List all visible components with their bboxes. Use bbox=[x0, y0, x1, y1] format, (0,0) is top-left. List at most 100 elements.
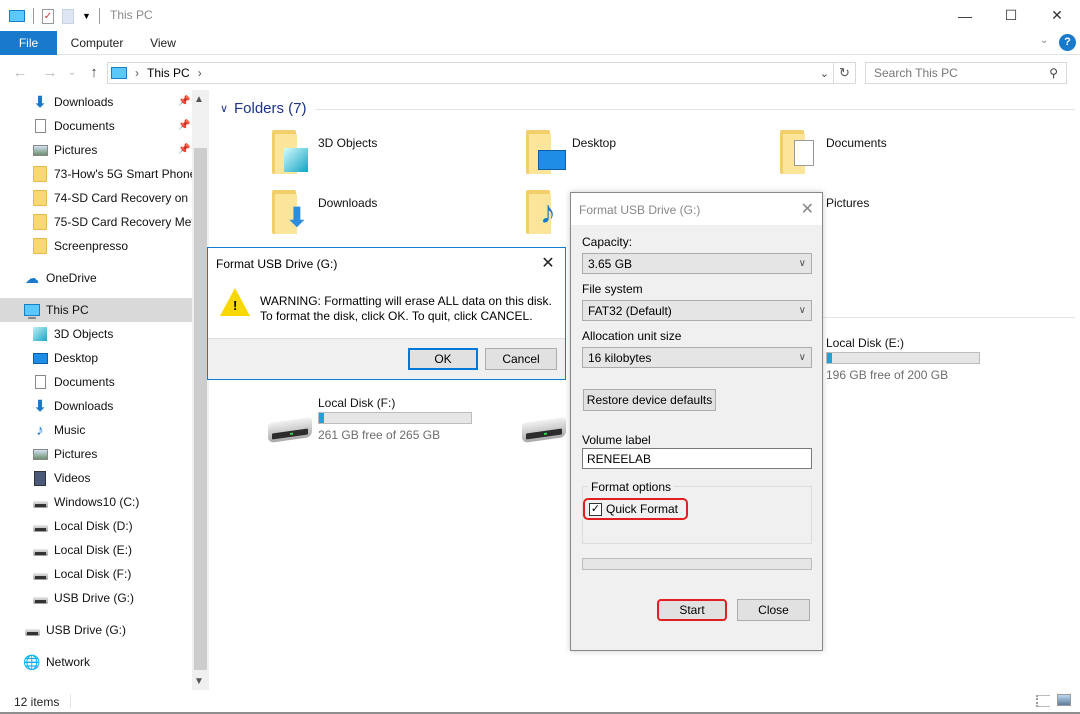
folder-3d-objects-icon[interactable] bbox=[272, 130, 312, 176]
this-pc-icon bbox=[111, 67, 127, 79]
sidebar-item-drive-d[interactable]: Local Disk (D:) bbox=[32, 514, 133, 538]
volume-label-input[interactable]: RENEELAB bbox=[582, 448, 812, 469]
sidebar-item-drive-e[interactable]: Local Disk (E:) bbox=[32, 538, 132, 562]
status-divider bbox=[70, 694, 71, 708]
sidebar-item-3d-objects[interactable]: 3D Objects bbox=[32, 322, 113, 346]
refresh-button[interactable]: ↻ bbox=[834, 62, 856, 84]
folder-music-icon[interactable]: ♪ bbox=[526, 190, 566, 236]
breadcrumb-separator[interactable]: › bbox=[198, 66, 202, 80]
sidebar-item-downloads[interactable]: ⬇ Downloads bbox=[32, 90, 114, 114]
format-progress-bar bbox=[582, 558, 812, 570]
new-folder-icon[interactable] bbox=[62, 8, 74, 24]
pin-icon[interactable]: 📌 bbox=[178, 96, 190, 107]
ribbon: File Computer View ⌄ ? bbox=[0, 31, 1080, 55]
details-view-icon[interactable] bbox=[1036, 695, 1050, 707]
checkbox-checked-icon[interactable]: ✓ bbox=[589, 502, 602, 516]
pin-icon[interactable]: 📌 bbox=[178, 120, 190, 131]
music-icon: ♪ bbox=[36, 421, 44, 439]
ok-button[interactable]: OK bbox=[408, 348, 478, 370]
sidebar-item-usb-drive[interactable]: USB Drive (G:) bbox=[24, 618, 126, 642]
maximize-button[interactable]: ☐ bbox=[988, 0, 1034, 31]
sidebar-item-desktop[interactable]: Desktop bbox=[32, 346, 98, 370]
address-dropdown-icon[interactable]: ⌄ bbox=[820, 67, 829, 80]
folder-documents-icon[interactable] bbox=[780, 130, 820, 176]
folder-desktop[interactable]: Desktop bbox=[572, 136, 616, 150]
sidebar-item-drive-f[interactable]: Local Disk (F:) bbox=[32, 562, 131, 586]
minimize-button[interactable]: — bbox=[942, 0, 988, 31]
customize-toolbar-icon[interactable]: ▼ bbox=[82, 11, 91, 21]
close-button[interactable]: ✕ bbox=[1034, 0, 1080, 31]
quick-format-checkbox[interactable]: ✓ Quick Format bbox=[583, 498, 689, 520]
group-collapse-icon[interactable]: ∨ bbox=[220, 102, 228, 115]
large-icons-view-icon[interactable] bbox=[1057, 694, 1071, 706]
drive-f-free-space: 261 GB free of 265 GB bbox=[318, 428, 441, 442]
close-dialog-button[interactable]: Close bbox=[737, 599, 810, 621]
sidebar-item-documents-pc[interactable]: Documents bbox=[32, 370, 115, 394]
up-button[interactable]: ↑ bbox=[84, 62, 104, 82]
sidebar-item-folder-73[interactable]: 73-How's 5G Smart Phone bbox=[32, 162, 192, 186]
sidebar-item-folder-74[interactable]: 74-SD Card Recovery on M bbox=[32, 186, 192, 210]
drive-icon bbox=[24, 622, 40, 638]
tab-computer[interactable]: Computer bbox=[62, 31, 132, 55]
breadcrumb-this-pc[interactable]: This PC bbox=[147, 66, 190, 80]
folder-pictures[interactable]: Pictures bbox=[826, 196, 869, 210]
folder-desktop-icon[interactable] bbox=[526, 130, 566, 176]
drive-f-icon[interactable] bbox=[268, 416, 312, 444]
folder-documents[interactable]: Documents bbox=[826, 136, 887, 150]
drive-g-icon[interactable] bbox=[522, 416, 566, 444]
folders-group-title[interactable]: Folders (7) bbox=[234, 100, 307, 117]
sidebar-scrollbar-thumb[interactable] bbox=[194, 148, 207, 670]
drive-e-label[interactable]: Local Disk (E:) bbox=[826, 336, 904, 350]
scroll-up-icon[interactable]: ▲ bbox=[194, 94, 204, 105]
tab-view[interactable]: View bbox=[140, 31, 186, 55]
capacity-select[interactable]: 3.65 GB ∨ bbox=[582, 253, 812, 274]
sidebar-item-this-pc[interactable]: This PC bbox=[0, 298, 192, 322]
sidebar-item-drive-c[interactable]: Windows10 (C:) bbox=[32, 490, 139, 514]
sidebar-item-pictures-pc[interactable]: Pictures bbox=[32, 442, 97, 466]
dialog-close-button[interactable]: ✕ bbox=[801, 199, 814, 219]
recent-locations-button[interactable]: ⌄ bbox=[62, 62, 82, 82]
breadcrumb-separator[interactable]: › bbox=[135, 66, 139, 80]
sidebar-item-label: Documents bbox=[54, 375, 115, 389]
scroll-down-icon[interactable]: ▼ bbox=[194, 676, 204, 687]
dialog-title: Format USB Drive (G:) bbox=[579, 203, 701, 217]
tab-file[interactable]: File bbox=[0, 31, 57, 55]
sidebar-item-label: Music bbox=[54, 423, 86, 437]
allocation-unit-select[interactable]: 16 kilobytes ∨ bbox=[582, 347, 812, 368]
search-icon: ⚲ bbox=[1049, 66, 1058, 80]
sidebar-item-documents[interactable]: Documents bbox=[32, 114, 115, 138]
cancel-button[interactable]: Cancel bbox=[485, 348, 557, 370]
allocation-unit-value: 16 kilobytes bbox=[588, 350, 652, 365]
back-button[interactable]: ← bbox=[10, 62, 30, 82]
forward-button[interactable]: → bbox=[40, 62, 60, 82]
folder-downloads-icon[interactable]: ⬇ bbox=[272, 190, 312, 236]
drive-icon bbox=[32, 518, 48, 534]
search-input[interactable]: Search This PC ⚲ bbox=[865, 62, 1067, 84]
sidebar-item-onedrive[interactable]: ☁ OneDrive bbox=[24, 266, 97, 290]
folder-downloads[interactable]: Downloads bbox=[318, 196, 377, 210]
pin-icon[interactable]: 📌 bbox=[178, 144, 190, 155]
start-button[interactable]: Start bbox=[657, 599, 727, 621]
sidebar-item-downloads-pc[interactable]: ⬇ Downloads bbox=[32, 394, 114, 418]
sidebar-item-label: Videos bbox=[54, 471, 91, 485]
sidebar-item-folder-75[interactable]: 75-SD Card Recovery Meth bbox=[32, 210, 192, 234]
sidebar-item-music[interactable]: ♪ Music bbox=[32, 418, 85, 442]
sidebar-item-network[interactable]: 🌐 Network bbox=[24, 650, 90, 674]
document-icon bbox=[32, 374, 48, 390]
sidebar-item-videos[interactable]: Videos bbox=[32, 466, 90, 490]
pictures-icon bbox=[32, 446, 48, 462]
restore-defaults-button[interactable]: Restore device defaults bbox=[583, 389, 716, 411]
drive-f-label[interactable]: Local Disk (F:) bbox=[318, 396, 395, 410]
dialog-close-button[interactable]: ✕ bbox=[539, 253, 557, 273]
address-bar[interactable]: › This PC › ⌄ bbox=[107, 62, 834, 84]
this-pc-icon bbox=[24, 302, 40, 319]
sidebar-item-pictures[interactable]: Pictures bbox=[32, 138, 97, 162]
properties-icon[interactable]: ✓ bbox=[42, 8, 54, 24]
sidebar-item-drive-g[interactable]: USB Drive (G:) bbox=[32, 586, 134, 610]
help-icon[interactable]: ? bbox=[1059, 34, 1076, 51]
item-count: 12 items bbox=[14, 695, 60, 709]
sidebar-item-screenpresso[interactable]: Screenpresso bbox=[32, 234, 128, 258]
folder-3d-objects[interactable]: 3D Objects bbox=[318, 136, 377, 150]
file-system-select[interactable]: FAT32 (Default) ∨ bbox=[582, 300, 812, 321]
ribbon-expand-icon[interactable]: ⌄ bbox=[1040, 35, 1048, 46]
